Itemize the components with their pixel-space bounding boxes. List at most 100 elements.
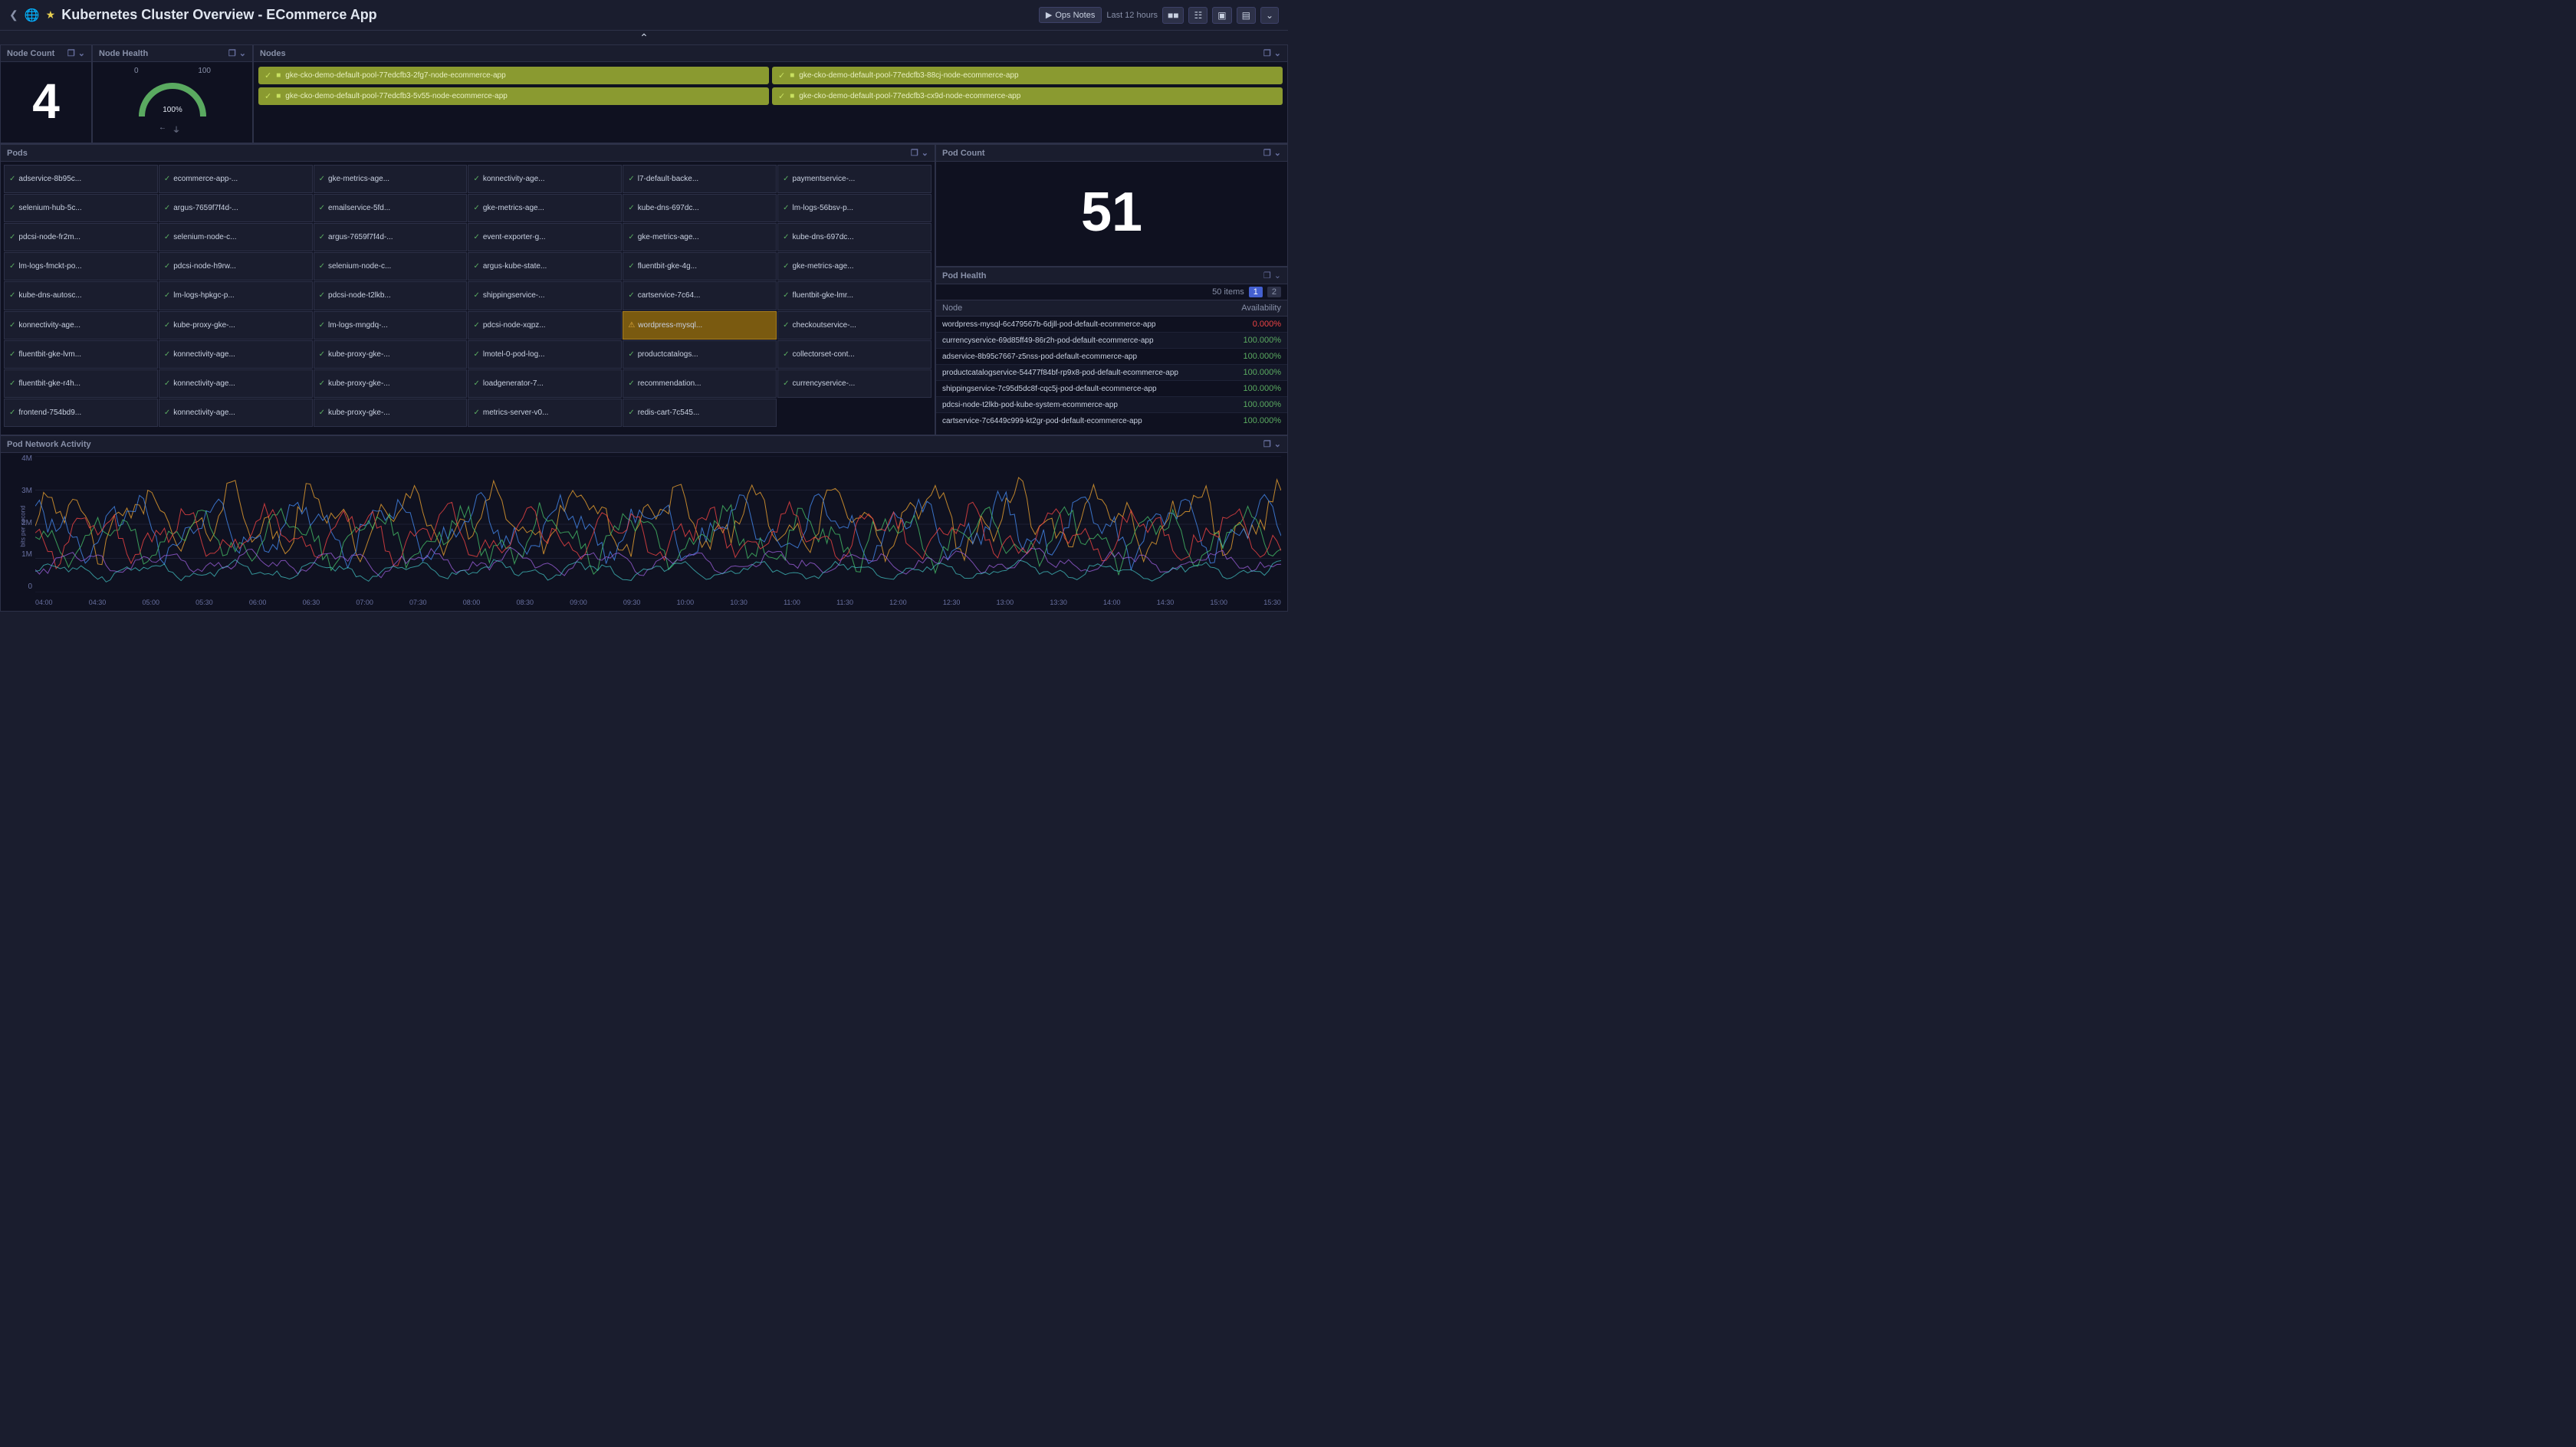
list-item[interactable]: ✓cartservice-7c64... (623, 281, 777, 310)
list-item[interactable]: ✓fluentbit-gke-r4h... (4, 369, 158, 398)
list-item[interactable]: ✓kube-proxy-gke-... (159, 311, 313, 340)
list-item[interactable]: ✓shippingservice-... (468, 281, 622, 310)
list-item[interactable]: ✓pdcsi-node-h9rw... (159, 252, 313, 281)
list-item[interactable]: ✓argus-kube-state... (468, 252, 622, 281)
chevron-left-icon[interactable]: ❮ (9, 8, 18, 21)
chevron-down-icon[interactable]: ⌄ (1274, 148, 1281, 158)
list-item[interactable]: ✓lm-logs-56bsv-p... (777, 194, 932, 222)
list-item[interactable]: ✓selenium-hub-5c... (4, 194, 158, 222)
collapse-bar[interactable]: ⌃ (0, 31, 1288, 44)
list-item[interactable]: ✓konnectivity-age... (159, 369, 313, 398)
list-item[interactable]: ✓fluentbit-gke-lmr... (777, 281, 932, 310)
list-item[interactable]: ✓redis-cart-7c545... (623, 399, 777, 427)
x-axis-label: 09:30 (623, 599, 641, 606)
right-panels: Pod Count ❐ ⌄ 51 Pod Health ❐ ⌄ 50 items… (935, 144, 1288, 435)
list-item[interactable]: ✓emailservice-5fd... (314, 194, 468, 222)
gauge-max: 100 (198, 67, 211, 75)
list-item[interactable]: ✓ ■ gke-cko-demo-default-pool-77edcfb3-5… (258, 87, 769, 105)
globe-icon: 🌐 (25, 8, 40, 23)
table-row[interactable]: productcatalogservice-54477f84bf-rp9x8-p… (936, 365, 1287, 381)
list-item[interactable]: ✓pdcsi-node-t2lkb... (314, 281, 468, 310)
list-item[interactable]: ✓collectorset-cont... (777, 340, 932, 369)
expand-icon[interactable]: ❐ (1263, 439, 1271, 449)
list-item[interactable]: ✓adservice-8b95c... (4, 165, 158, 193)
list-item[interactable]: ⚠wordpress-mysql... (623, 311, 777, 340)
pod-name: recommendation... (638, 379, 702, 388)
list-item[interactable]: ✓gke-metrics-age... (468, 194, 622, 222)
list-item[interactable]: ✓kube-proxy-gke-... (314, 369, 468, 398)
expand-icon[interactable]: ❐ (1263, 148, 1271, 158)
expand-icon[interactable]: ❐ (1263, 271, 1271, 281)
layout-view-button[interactable]: ▤ (1237, 7, 1256, 24)
pod-health-table[interactable]: Node Availability wordpress-mysql-6c4795… (936, 300, 1287, 428)
list-item[interactable]: ✓kube-dns-697dc... (777, 223, 932, 251)
table-row[interactable]: cartservice-7c6449c999-kt2gr-pod-default… (936, 413, 1287, 428)
list-item[interactable]: ✓recommendation... (623, 369, 777, 398)
chevron-down-icon[interactable]: ⌄ (239, 48, 246, 58)
list-item[interactable]: ✓konnectivity-age... (159, 340, 313, 369)
star-icon[interactable]: ★ (46, 8, 56, 21)
ops-notes-button[interactable]: ▶ Ops Notes (1039, 7, 1102, 23)
list-item[interactable]: ✓ ■ gke-cko-demo-default-pool-77edcfb3-8… (772, 67, 1283, 84)
list-item[interactable]: ✓metrics-server-v0... (468, 399, 622, 427)
list-item[interactable]: ✓event-exporter-g... (468, 223, 622, 251)
list-item[interactable]: ✓lm-logs-mngdq-... (314, 311, 468, 340)
list-item[interactable]: ✓currencyservice-... (777, 369, 932, 398)
list-item[interactable]: ✓lm-logs-hpkgc-p... (159, 281, 313, 310)
list-item[interactable]: ✓lm-logs-fmckt-po... (4, 252, 158, 281)
list-item[interactable]: ✓kube-proxy-gke-... (314, 399, 468, 427)
list-item[interactable]: ✓selenium-node-c... (159, 223, 313, 251)
list-item[interactable]: ✓kube-proxy-gke-... (314, 340, 468, 369)
chevron-down-icon[interactable]: ⌄ (1274, 439, 1281, 449)
table-row[interactable]: pdcsi-node-t2lkb-pod-kube-system-ecommer… (936, 397, 1287, 413)
list-item[interactable]: ✓checkoutservice-... (777, 311, 932, 340)
list-item[interactable]: ✓selenium-node-c... (314, 252, 468, 281)
pod-name: currencyservice-... (793, 379, 856, 388)
table-row[interactable]: currencyservice-69d85ff49-86r2h-pod-defa… (936, 333, 1287, 349)
page-2-button[interactable]: 2 (1267, 287, 1281, 297)
list-item[interactable]: ✓fluentbit-gke-4g... (623, 252, 777, 281)
tv-view-button[interactable]: ▣ (1212, 7, 1231, 24)
chevron-down-icon[interactable]: ⌄ (1274, 48, 1281, 58)
middle-row: Pods ❐ ⌄ ✓adservice-8b95c...✓ecommerce-a… (0, 144, 1288, 435)
list-item[interactable]: ✓lmotel-0-pod-log... (468, 340, 622, 369)
table-row[interactable]: wordpress-mysql-6c479567b-6djll-pod-defa… (936, 317, 1287, 333)
table-row[interactable]: adservice-8b95c7667-z5nss-pod-default-ec… (936, 349, 1287, 365)
chevron-down-icon[interactable]: ⌄ (1274, 271, 1281, 281)
availability-cell: 100.000% (1227, 333, 1287, 349)
list-item[interactable]: ✓argus-7659f7f4d-... (314, 223, 468, 251)
gauge-chart-icon[interactable]: ⏚ (172, 123, 180, 135)
chevron-down-icon[interactable]: ⌄ (78, 48, 85, 58)
list-item[interactable]: ✓argus-7659f7f4d-... (159, 194, 313, 222)
list-item[interactable]: ✓konnectivity-age... (159, 399, 313, 427)
table-view-button[interactable]: ☷ (1188, 7, 1208, 24)
list-item[interactable]: ✓fluentbit-gke-lvm... (4, 340, 158, 369)
list-item[interactable]: ✓pdcsi-node-fr2m... (4, 223, 158, 251)
expand-icon[interactable]: ❐ (67, 48, 75, 58)
table-row[interactable]: shippingservice-7c95d5dc8f-cqc5j-pod-def… (936, 381, 1287, 397)
gauge-nav-left[interactable]: ← (159, 123, 166, 135)
list-item[interactable]: ✓loadgenerator-7... (468, 369, 622, 398)
grid-view-button[interactable]: ■■ (1162, 7, 1184, 24)
list-item[interactable]: ✓l7-default-backe... (623, 165, 777, 193)
list-item[interactable]: ✓frontend-754bd9... (4, 399, 158, 427)
expand-icon[interactable]: ❐ (911, 148, 918, 158)
list-item[interactable]: ✓gke-metrics-age... (623, 223, 777, 251)
list-item[interactable]: ✓konnectivity-age... (468, 165, 622, 193)
chevron-down-icon[interactable]: ⌄ (922, 148, 928, 158)
expand-icon[interactable]: ❐ (1263, 48, 1271, 58)
list-item[interactable]: ✓ ■ gke-cko-demo-default-pool-77edcfb3-2… (258, 67, 769, 84)
list-item[interactable]: ✓gke-metrics-age... (314, 165, 468, 193)
page-1-button[interactable]: 1 (1249, 287, 1263, 297)
list-item[interactable]: ✓pdcsi-node-xqpz... (468, 311, 622, 340)
list-item[interactable]: ✓konnectivity-age... (4, 311, 158, 340)
chevron-down-button[interactable]: ⌄ (1260, 7, 1279, 24)
list-item[interactable]: ✓gke-metrics-age... (777, 252, 932, 281)
list-item[interactable]: ✓paymentservice-... (777, 165, 932, 193)
list-item[interactable]: ✓productcatalogs... (623, 340, 777, 369)
expand-icon[interactable]: ❐ (228, 48, 236, 58)
list-item[interactable]: ✓ ■ gke-cko-demo-default-pool-77edcfb3-c… (772, 87, 1283, 105)
list-item[interactable]: ✓kube-dns-697dc... (623, 194, 777, 222)
list-item[interactable]: ✓ecommerce-app-... (159, 165, 313, 193)
list-item[interactable]: ✓kube-dns-autosc... (4, 281, 158, 310)
